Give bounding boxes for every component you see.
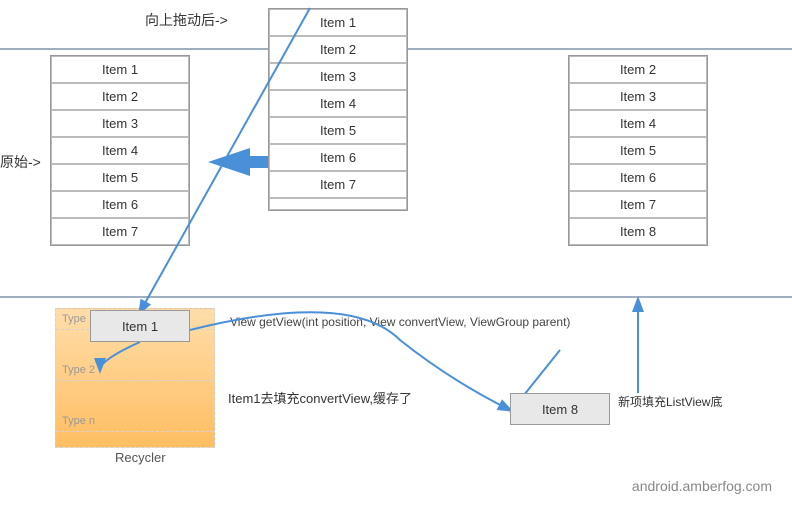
item1-floating-box: Item 1 bbox=[90, 310, 190, 342]
newitem-text: 新项填充ListView底 bbox=[618, 393, 722, 410]
list-item: Item 1 bbox=[51, 56, 189, 83]
hline-bottom bbox=[0, 296, 792, 298]
list-item: Item 3 bbox=[569, 83, 707, 110]
list-item: Item 6 bbox=[51, 191, 189, 218]
list-item: Item 7 bbox=[51, 218, 189, 245]
watermark: android.amberfog.com bbox=[632, 478, 772, 494]
list-right: Item 2 Item 3 Item 4 Item 5 Item 6 Item … bbox=[568, 55, 708, 246]
item8-box: Item 8 bbox=[510, 393, 610, 425]
item1-fills-text: Item1去填充convertView,缓存了 bbox=[228, 388, 412, 407]
list-item: Item 5 bbox=[569, 137, 707, 164]
recycler-typen: Type n bbox=[56, 411, 214, 432]
main-container: 原始-> 向上拖动后-> Item 1 Item 2 Item 3 Item 4… bbox=[0, 0, 792, 512]
list-item: Item 1 bbox=[269, 9, 407, 36]
list-item: Item 8 bbox=[569, 218, 707, 245]
list-item: Item 4 bbox=[569, 110, 707, 137]
list-item bbox=[269, 198, 407, 210]
label-xiangshang: 向上拖动后-> bbox=[145, 10, 228, 30]
list-item: Item 4 bbox=[269, 90, 407, 117]
list-item: Item 2 bbox=[51, 83, 189, 110]
list-item: Item 4 bbox=[51, 137, 189, 164]
list-item: Item 3 bbox=[51, 110, 189, 137]
list-item: Item 3 bbox=[269, 63, 407, 90]
list-item: Item 7 bbox=[569, 191, 707, 218]
list-item: Item 2 bbox=[569, 56, 707, 83]
list-original: Item 1 Item 2 Item 3 Item 4 Item 5 Item … bbox=[50, 55, 190, 246]
label-yuanshi: 原始-> bbox=[0, 152, 41, 172]
list-item: Item 6 bbox=[269, 144, 407, 171]
list-middle: Item 1 Item 2 Item 3 Item 4 Item 5 Item … bbox=[268, 8, 408, 211]
list-item: Item 2 bbox=[269, 36, 407, 63]
getview-text: View getView(int position, View convertV… bbox=[230, 315, 570, 329]
list-item: Item 5 bbox=[269, 117, 407, 144]
list-item: Item 7 bbox=[269, 171, 407, 198]
recycler-label: Recycler bbox=[115, 450, 166, 465]
recycler-type2: Type 2 bbox=[56, 360, 214, 381]
list-item: Item 6 bbox=[569, 164, 707, 191]
list-item: Item 5 bbox=[51, 164, 189, 191]
